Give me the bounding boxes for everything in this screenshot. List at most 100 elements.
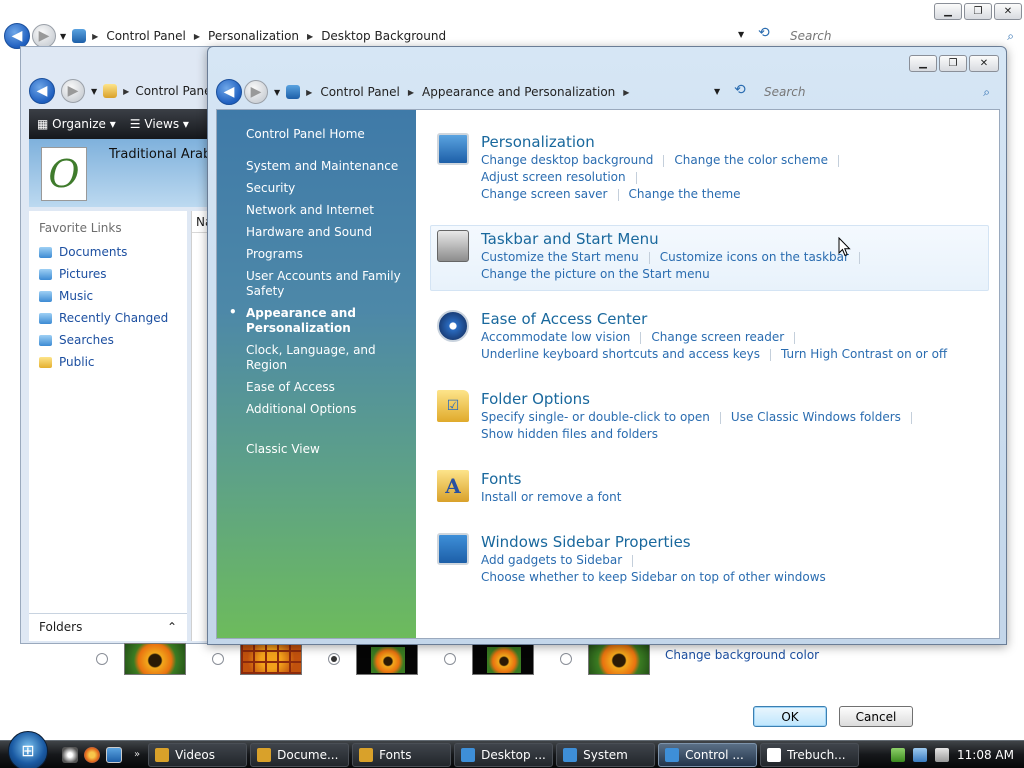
nav-appearance-and-personalization[interactable]: Appearance and Personalization: [217, 303, 416, 340]
forward-button[interactable]: ▶: [61, 79, 85, 103]
recent-pages-icon[interactable]: ▼: [91, 87, 97, 96]
category-title[interactable]: Windows Sidebar Properties: [481, 533, 984, 552]
favorite-link-music[interactable]: Music: [29, 285, 187, 307]
maximize-button[interactable]: ❐: [964, 3, 992, 20]
minimize-button[interactable]: ▁: [909, 55, 937, 72]
recent-pages-icon[interactable]: ▼: [60, 32, 66, 41]
firefox-icon[interactable]: [84, 746, 100, 763]
radio-button[interactable]: [212, 653, 224, 665]
category-title[interactable]: Personalization: [481, 133, 984, 152]
nav-programs[interactable]: Programs: [217, 244, 416, 266]
breadcrumb-item[interactable]: Desktop Background: [321, 29, 446, 43]
refresh-icon[interactable]: ⟲: [758, 25, 770, 41]
taskbar-button-system[interactable]: System: [556, 742, 656, 767]
wallpaper-thumbnail[interactable]: [472, 643, 534, 675]
breadcrumb-item[interactable]: Control Panel: [320, 85, 400, 99]
organize-button[interactable]: ▦ Organize ▾: [37, 117, 116, 131]
quick-launch-overflow-icon[interactable]: »: [134, 749, 140, 760]
start-button[interactable]: ⊞: [8, 730, 48, 768]
nav-additional-options[interactable]: Additional Options: [217, 399, 416, 421]
breadcrumb-item[interactable]: Personalization: [208, 29, 299, 43]
address-dropdown-icon[interactable]: ▼: [714, 87, 720, 96]
nav-network-and-internet[interactable]: Network and Internet: [217, 200, 416, 222]
breadcrumb-item[interactable]: Control Pane: [135, 84, 211, 98]
nav-control-panel-home[interactable]: Control Panel Home: [217, 124, 416, 146]
taskbar-button-documents[interactable]: Docume...: [250, 742, 350, 767]
nav-ease-of-access[interactable]: Ease of Access: [217, 377, 416, 399]
radio-button[interactable]: [96, 653, 108, 665]
switch-windows-icon[interactable]: [62, 746, 78, 763]
cp-search-input[interactable]: Search ⌕: [764, 82, 996, 102]
wallpaper-thumbnail[interactable]: [240, 643, 302, 675]
category-title[interactable]: Folder Options: [481, 390, 922, 409]
task-link[interactable]: Use Classic Windows folders: [731, 410, 901, 424]
radio-button-selected[interactable]: [328, 653, 340, 665]
task-link[interactable]: Adjust screen resolution: [481, 170, 626, 184]
ok-button[interactable]: OK: [753, 706, 827, 727]
task-link[interactable]: Show hidden files and folders: [481, 427, 658, 441]
network-icon[interactable]: [913, 748, 928, 762]
recent-pages-icon[interactable]: ▼: [274, 88, 280, 97]
wallpaper-option[interactable]: [560, 643, 650, 675]
favorite-link-recently-changed[interactable]: Recently Changed: [29, 307, 187, 329]
taskbar-button-videos[interactable]: Videos: [148, 742, 248, 767]
wallpaper-option[interactable]: [212, 643, 302, 675]
task-link[interactable]: Choose whether to keep Sidebar on top of…: [481, 570, 826, 584]
change-background-color-link[interactable]: Change background color: [665, 648, 819, 662]
taskbar-button-control-panel[interactable]: Control ...: [658, 742, 758, 767]
wallpaper-thumbnail[interactable]: [356, 643, 418, 675]
back-button[interactable]: ◀: [216, 79, 242, 105]
cancel-button[interactable]: Cancel: [839, 706, 913, 727]
fonts-icon[interactable]: A: [437, 470, 469, 502]
ease-of-access-icon[interactable]: [437, 310, 469, 342]
task-link[interactable]: Change the picture on the Start menu: [481, 267, 710, 281]
wallpaper-thumbnail[interactable]: [588, 643, 650, 675]
category-title[interactable]: Taskbar and Start Menu: [481, 230, 870, 249]
radio-button[interactable]: [560, 653, 572, 665]
taskbar-button-fonts[interactable]: Fonts: [352, 742, 452, 767]
address-dropdown-icon[interactable]: ▼: [738, 30, 744, 39]
breadcrumb-item[interactable]: Control Panel: [106, 29, 186, 43]
sidebar-icon[interactable]: [437, 533, 469, 565]
folders-toggle[interactable]: Folders ⌃: [29, 613, 187, 639]
task-link[interactable]: Customize the Start menu: [481, 250, 639, 264]
category-title[interactable]: Ease of Access Center: [481, 310, 947, 329]
forward-button[interactable]: ▶: [244, 80, 268, 104]
volume-icon[interactable]: [935, 748, 950, 762]
radio-button[interactable]: [444, 653, 456, 665]
task-link[interactable]: Turn High Contrast on or off: [781, 347, 947, 361]
clock[interactable]: 11:08 AM: [957, 748, 1014, 762]
monitor-icon[interactable]: [437, 133, 469, 165]
wallpaper-option[interactable]: [96, 643, 186, 675]
forward-button[interactable]: ▶: [32, 24, 56, 48]
task-link[interactable]: Change the theme: [629, 187, 741, 201]
favorite-link-searches[interactable]: Searches: [29, 329, 187, 351]
nav-hardware-and-sound[interactable]: Hardware and Sound: [217, 222, 416, 244]
sidebar-tray-icon[interactable]: [891, 748, 906, 762]
task-link[interactable]: Underline keyboard shortcuts and access …: [481, 347, 760, 361]
task-link[interactable]: Change the color scheme: [674, 153, 828, 167]
minimize-button[interactable]: ▁: [934, 3, 962, 20]
taskbar-button-desktop-background[interactable]: Desktop ...: [454, 742, 554, 767]
show-desktop-icon[interactable]: [106, 746, 122, 763]
nav-user-accounts[interactable]: User Accounts and Family Safety: [217, 266, 416, 303]
category-title[interactable]: Fonts: [481, 470, 621, 489]
bg-search-input[interactable]: Search ⌕: [790, 26, 1020, 46]
close-button[interactable]: ✕: [969, 55, 999, 72]
task-link[interactable]: Accommodate low vision: [481, 330, 630, 344]
favorite-link-documents[interactable]: Documents: [29, 241, 187, 263]
task-link[interactable]: Install or remove a font: [481, 490, 621, 504]
views-button[interactable]: ☰ Views ▾: [130, 117, 189, 131]
maximize-button[interactable]: ❐: [939, 55, 967, 72]
breadcrumb-item[interactable]: Appearance and Personalization: [422, 85, 615, 99]
search-icon[interactable]: ⌕: [983, 85, 990, 100]
task-link[interactable]: Customize icons on the taskbar: [660, 250, 849, 264]
nav-security[interactable]: Security: [217, 178, 416, 200]
nav-system-and-maintenance[interactable]: System and Maintenance: [217, 156, 416, 178]
taskbar-button-trebuchet[interactable]: Trebuch...: [760, 742, 860, 767]
back-button[interactable]: ◀: [29, 78, 55, 104]
task-link[interactable]: Add gadgets to Sidebar: [481, 553, 622, 567]
search-icon[interactable]: ⌕: [1007, 29, 1014, 44]
wallpaper-thumbnail[interactable]: [124, 643, 186, 675]
nav-classic-view[interactable]: Classic View: [217, 439, 416, 461]
